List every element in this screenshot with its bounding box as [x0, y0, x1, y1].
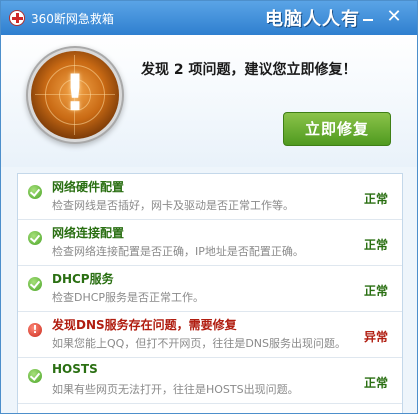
- item-title: 发现DNS服务存在问题，需要修复: [52, 318, 237, 332]
- window-title: 360断网急救箱: [31, 12, 114, 26]
- red-cross-app-icon: [9, 10, 25, 26]
- item-description: 检查网线是否插好，网卡及驱动是否正常工作等。: [52, 199, 294, 212]
- status-label: 异常: [364, 330, 389, 344]
- minimize-icon: [363, 19, 373, 21]
- status-label: 正常: [364, 376, 389, 390]
- item-description: 检查DHCP服务是否正常工作。: [52, 291, 205, 304]
- list-item[interactable]: DHCP服务 检查DHCP服务是否正常工作。 正常: [18, 266, 402, 312]
- item-description: 如果有些网页无法打开，往往是HOSTS出现问题。: [52, 383, 299, 396]
- exclamation-icon: !: [63, 64, 87, 122]
- status-label: 正常: [364, 192, 389, 206]
- close-button[interactable]: ✕: [385, 8, 403, 27]
- diagnosis-header: ! 发现 2 项问题，建议您立即修复！ 立即修复: [1, 35, 417, 167]
- check-ok-icon: [28, 231, 42, 245]
- app-window: 360断网急救箱 电脑人人有 ✕ ! 发现 2 项问题，建议您立即修复！ 立即修…: [0, 0, 418, 414]
- watermark-text: 电脑人人有: [265, 9, 360, 30]
- item-description: 如果您能上QQ，但打不开网页，往往是DNS服务出现问题。: [52, 337, 346, 350]
- alert-radar-icon: !: [31, 51, 119, 139]
- check-ok-icon: [28, 185, 42, 199]
- fix-now-button[interactable]: 立即修复: [283, 112, 391, 146]
- list-item[interactable]: 网络硬件配置 检查网线是否插好，网卡及驱动是否正常工作等。 正常: [18, 174, 402, 220]
- check-items-list: 网络硬件配置 检查网线是否插好，网卡及驱动是否正常工作等。 正常 网络连接配置 …: [17, 173, 403, 413]
- list-item[interactable]: 网络连接配置 检查网络连接配置是否正确，IP地址是否配置正确。 正常: [18, 220, 402, 266]
- list-item[interactable]: 发现DNS服务存在问题，需要修复 如果您能上QQ，但打不开网页，往往是DNS服务…: [18, 312, 402, 358]
- item-description: 检查网络连接配置是否正确，IP地址是否配置正确。: [52, 245, 304, 258]
- check-ok-icon: [28, 277, 42, 291]
- minimize-button[interactable]: [359, 9, 377, 27]
- status-label: 正常: [364, 238, 389, 252]
- error-icon: [28, 323, 42, 337]
- diagnosis-summary: 发现 2 项问题，建议您立即修复！: [141, 62, 357, 78]
- item-title: HOSTS: [52, 362, 98, 376]
- item-title: 网络连接配置: [52, 226, 125, 240]
- item-title: DHCP服务: [52, 272, 114, 286]
- status-label: 正常: [364, 284, 389, 298]
- title-bar[interactable]: 360断网急救箱 电脑人人有 ✕: [1, 1, 417, 35]
- check-ok-icon: [28, 369, 42, 383]
- list-item[interactable]: HOSTS 如果有些网页无法打开，往往是HOSTS出现问题。 正常: [18, 358, 402, 404]
- item-title: 网络硬件配置: [52, 180, 125, 194]
